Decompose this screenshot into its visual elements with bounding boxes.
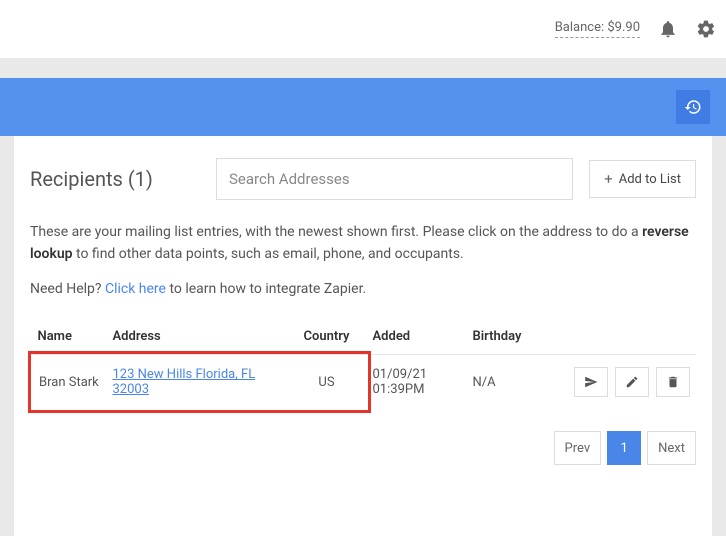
- pager-page-1[interactable]: 1: [607, 431, 641, 465]
- plus-icon: +: [604, 170, 613, 188]
- description-post: to find other data points, such as email…: [73, 246, 464, 262]
- history-button[interactable]: [676, 90, 710, 124]
- cell-added: 01/09/21 01:39PM: [367, 355, 467, 410]
- delete-button[interactable]: [656, 367, 690, 397]
- pager-prev[interactable]: Prev: [554, 431, 602, 465]
- cell-actions: [542, 355, 697, 410]
- pager-next[interactable]: Next: [647, 431, 696, 465]
- notifications-icon[interactable]: [658, 19, 678, 39]
- recipient-name: Bran Stark: [39, 375, 99, 390]
- send-icon: [584, 375, 598, 389]
- cell-address: 123 New Hills Florida, FL 32003: [107, 355, 287, 410]
- help-text: Need Help? Click here to learn how to in…: [30, 281, 696, 297]
- blue-header-bar: [0, 78, 726, 136]
- settings-gear-icon[interactable]: [696, 19, 716, 39]
- col-birthday: Birthday: [467, 319, 542, 355]
- help-pre: Need Help?: [30, 281, 105, 297]
- cell-birthday: N/A: [467, 355, 542, 410]
- pencil-icon: [625, 375, 639, 389]
- search-input[interactable]: [216, 158, 573, 200]
- recipients-table: Name Address Country Added Birthday Bran…: [30, 319, 696, 409]
- col-name: Name: [32, 319, 107, 355]
- recipients-card: Recipients (1) + Add to List These are y…: [14, 136, 712, 536]
- address-link[interactable]: 123 New Hills Florida, FL 32003: [113, 367, 256, 397]
- col-address: Address: [107, 319, 287, 355]
- table-header-row: Name Address Country Added Birthday: [32, 319, 697, 355]
- description-text: These are your mailing list entries, wit…: [30, 222, 696, 265]
- history-icon: [684, 98, 702, 116]
- col-country: Country: [287, 319, 367, 355]
- help-post: to learn how to integrate Zapier.: [166, 281, 366, 297]
- page-title: Recipients (1): [30, 167, 200, 191]
- send-button[interactable]: [574, 367, 608, 397]
- search-container: [216, 158, 573, 200]
- help-link[interactable]: Click here: [105, 281, 166, 297]
- table-row: Bran Stark 123 New Hills Florida, FL 320…: [32, 355, 697, 410]
- pager: Prev 1 Next: [30, 431, 696, 465]
- col-actions: [542, 319, 697, 355]
- add-to-list-label: Add to List: [619, 172, 681, 187]
- gray-belt: Recipients (1) + Add to List These are y…: [0, 58, 726, 536]
- trash-icon: [666, 375, 680, 389]
- cell-country: US: [287, 355, 367, 410]
- card-header-row: Recipients (1) + Add to List: [30, 158, 696, 200]
- cell-name: Bran Stark: [32, 355, 107, 410]
- col-added: Added: [367, 319, 467, 355]
- edit-button[interactable]: [615, 367, 649, 397]
- add-to-list-button[interactable]: + Add to List: [589, 160, 696, 198]
- top-bar: Balance: $9.90: [0, 0, 726, 58]
- balance-label[interactable]: Balance: $9.90: [555, 20, 640, 38]
- description-pre: These are your mailing list entries, wit…: [30, 224, 642, 240]
